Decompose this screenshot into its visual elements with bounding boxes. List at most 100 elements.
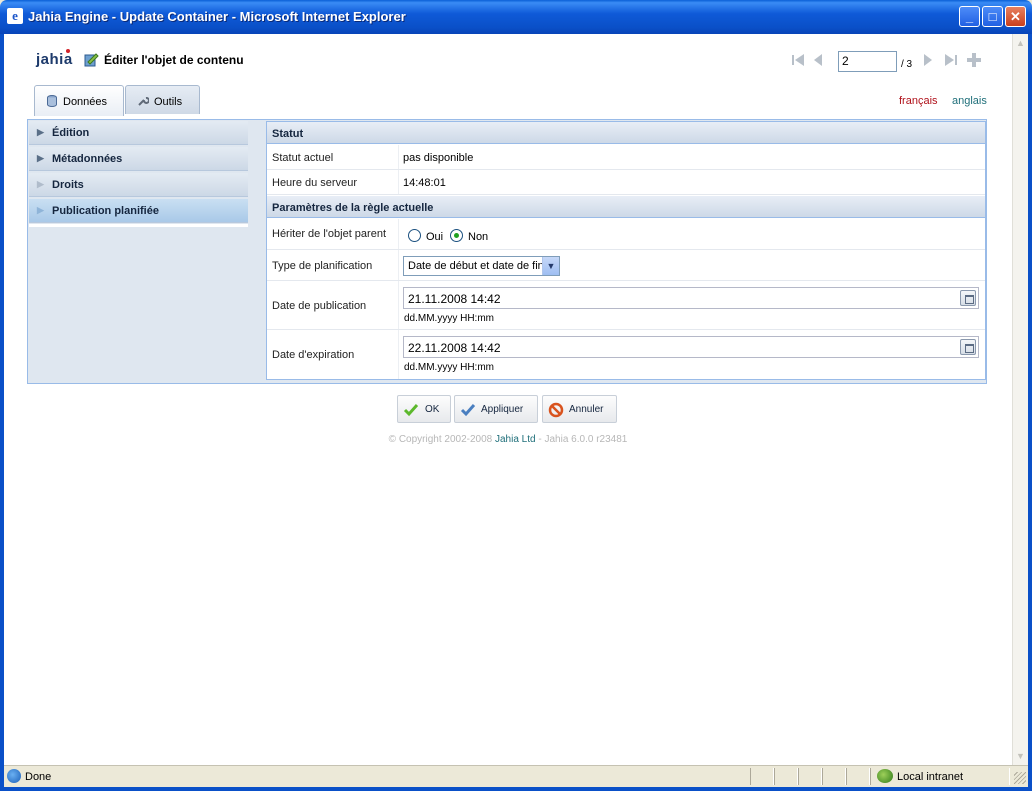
tab-label: Données — [63, 96, 108, 108]
row-label: Hériter de l'objet parent — [272, 228, 386, 240]
logo-text: jahia — [36, 51, 73, 68]
intranet-zone-icon — [877, 769, 893, 783]
sidebar-item-label: Publication planifiée — [52, 205, 159, 217]
status-cell — [822, 768, 846, 785]
wrench-icon — [138, 97, 149, 106]
row-separator — [398, 330, 399, 379]
page-number-input[interactable]: 2 — [838, 51, 897, 72]
row-separator — [398, 250, 399, 280]
apply-check-icon — [460, 404, 476, 417]
window-frame-right — [1028, 34, 1032, 791]
sidebar-item-publication-planifiee[interactable]: ▶ Publication planifiée — [29, 199, 248, 223]
sidebar-item-droits[interactable]: ▶ Droits — [29, 173, 248, 197]
schedule-panel: Statut Statut actuel pas disponible Heur… — [266, 121, 986, 380]
row-heriter: Hériter de l'objet parent Oui Non — [267, 219, 985, 250]
date-value: 22.11.2008 14:42 — [408, 341, 501, 355]
apply-button[interactable]: Appliquer — [454, 395, 538, 423]
row-date-publication: Date de publication 21.11.2008 14:42 dd.… — [267, 281, 985, 330]
status-cell — [774, 768, 798, 785]
section-header-statut: Statut — [267, 122, 985, 144]
arrow-right-icon: ▶ — [37, 127, 44, 137]
sidebar-item-edition[interactable]: ▶ Édition — [29, 121, 248, 145]
tab-donnees[interactable]: Données — [34, 85, 124, 116]
calendar-icon[interactable] — [960, 339, 976, 355]
language-link-french[interactable]: français — [899, 95, 938, 107]
vertical-scrollbar[interactable]: ▲ ▼ — [1012, 34, 1028, 765]
ie-icon: e — [7, 8, 23, 24]
sidebar-item-metadonnees[interactable]: ▶ Métadonnées — [29, 147, 248, 171]
arrow-right-icon: ▶ — [37, 153, 44, 163]
status-cell — [750, 768, 774, 785]
ok-button[interactable]: OK — [397, 395, 451, 423]
previous-page-icon[interactable] — [810, 52, 826, 68]
schedule-type-select[interactable]: Date de début et date de fin ▼ — [403, 256, 560, 276]
button-label: OK — [425, 404, 440, 415]
row-separator — [398, 281, 399, 329]
tab-outils[interactable]: Outils — [125, 85, 200, 114]
page-total: / 3 — [901, 59, 913, 70]
last-page-icon[interactable] — [943, 52, 959, 68]
sidebar-item-label: Édition — [52, 127, 90, 139]
date-format-hint: dd.MM.yyyy HH:mm — [404, 362, 494, 373]
radio-non[interactable] — [450, 229, 463, 242]
window-title: Jahia Engine - Update Container - Micros… — [28, 9, 406, 24]
row-type-planification: Type de planification Date de début et d… — [267, 250, 985, 281]
page-title: Éditer l'objet de contenu — [104, 53, 244, 67]
status-cell — [798, 768, 822, 785]
maximize-button[interactable]: □ — [982, 6, 1003, 27]
date-value: 21.11.2008 14:42 — [408, 292, 501, 306]
expiration-date-input[interactable]: 22.11.2008 14:42 — [403, 336, 979, 358]
row-separator — [398, 219, 399, 249]
sidebar-bottom-edge — [29, 224, 248, 227]
close-button[interactable]: ✕ — [1005, 6, 1026, 27]
language-link-english[interactable]: anglais — [952, 95, 987, 107]
tab-label: Outils — [154, 96, 183, 108]
publication-date-input[interactable]: 21.11.2008 14:42 — [403, 287, 979, 309]
status-cell — [846, 768, 870, 785]
row-separator — [398, 170, 399, 194]
cancel-button[interactable]: Annuler — [542, 395, 617, 423]
button-label: Annuler — [569, 404, 604, 415]
radio-oui-label[interactable]: Oui — [426, 231, 443, 243]
row-label: Type de planification — [272, 260, 373, 272]
copyright-prefix: © Copyright 2002-2008 — [388, 434, 493, 445]
security-zone-text: Local intranet — [897, 771, 964, 783]
company-link[interactable]: Jahia Ltd — [495, 434, 536, 445]
sidebar-item-label: Métadonnées — [52, 153, 123, 165]
add-icon[interactable] — [966, 52, 982, 68]
arrow-right-icon: ▶ — [37, 179, 44, 189]
sidebar-item-label: Droits — [52, 179, 84, 191]
editor-container: ▶ Édition ▶ Métadonnées ▶ Droits ▶ Publi… — [27, 119, 987, 384]
calendar-icon[interactable] — [960, 290, 976, 306]
logo-dot — [66, 49, 70, 53]
cancel-icon — [548, 402, 564, 418]
select-value: Date de début et date de fin — [408, 260, 544, 272]
row-value: pas disponible — [403, 152, 474, 164]
page-content: jahia Éditer l'objet de contenu 2 / 3 Do… — [4, 34, 1012, 765]
resize-grip-icon[interactable] — [1014, 772, 1026, 784]
first-page-icon[interactable] — [790, 52, 806, 68]
edit-content-icon — [84, 53, 99, 67]
row-statut-actuel: Statut actuel pas disponible — [267, 145, 985, 170]
check-icon — [403, 404, 419, 417]
jahia-logo: jahia — [36, 49, 73, 68]
window-titlebar[interactable]: e Jahia Engine - Update Container - Micr… — [0, 0, 1032, 34]
database-icon — [47, 95, 57, 107]
button-label: Appliquer — [481, 404, 524, 415]
minimize-button[interactable]: _ — [959, 6, 980, 27]
ie-page-icon — [7, 769, 21, 783]
scroll-up-icon[interactable]: ▲ — [1016, 38, 1025, 48]
row-separator — [398, 145, 399, 169]
arrow-right-icon: ▶ — [37, 205, 44, 215]
scroll-down-icon[interactable]: ▼ — [1016, 751, 1025, 761]
next-page-icon[interactable] — [920, 52, 936, 68]
row-value: 14:48:01 — [403, 177, 446, 189]
radio-oui[interactable] — [408, 229, 421, 242]
window-frame-bottom — [0, 787, 1032, 791]
status-text: Done — [25, 771, 52, 783]
radio-non-label[interactable]: Non — [468, 231, 488, 243]
row-date-expiration: Date d'expiration 22.11.2008 14:42 dd.MM… — [267, 330, 985, 379]
row-label: Heure du serveur — [272, 177, 357, 189]
status-bar: Done Local intranet — [4, 765, 1028, 787]
chevron-down-icon[interactable]: ▼ — [542, 257, 559, 275]
